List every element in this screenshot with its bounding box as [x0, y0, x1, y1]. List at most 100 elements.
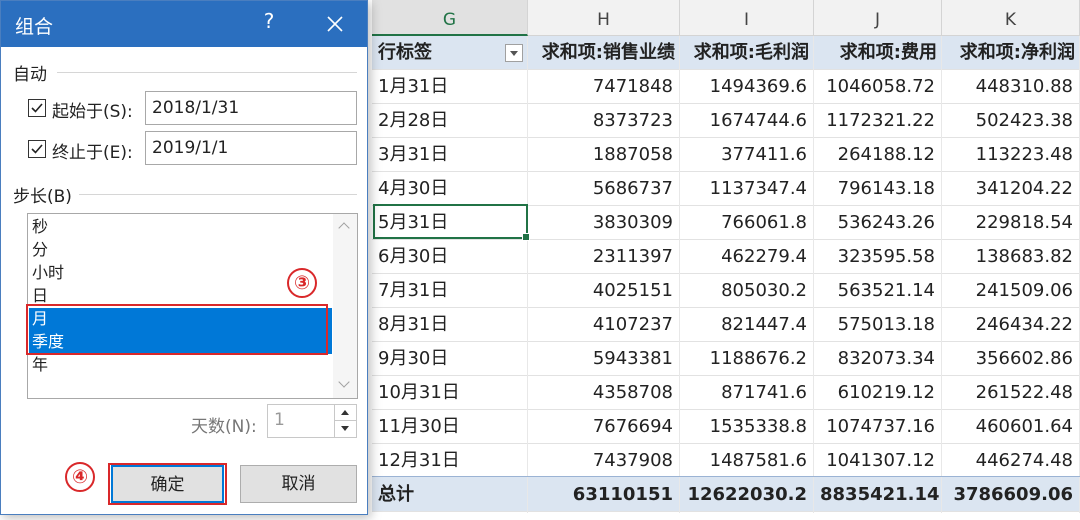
cost-value[interactable]: 1041307.12	[814, 444, 942, 478]
step-listbox[interactable]: 秒分小时日月季度年	[27, 213, 358, 399]
step-list-item[interactable]: 秒	[29, 216, 332, 239]
sales-value[interactable]: 3830309	[528, 206, 680, 240]
gross-profit-value[interactable]: 821447.4	[680, 308, 814, 342]
row-label[interactable]: 12月31日	[372, 444, 528, 478]
row-label[interactable]: 9月30日	[372, 342, 528, 376]
column-header-k[interactable]: K	[942, 0, 1080, 36]
gross-profit-value[interactable]: 462279.4	[680, 240, 814, 274]
gross-profit-value[interactable]: 377411.6	[680, 138, 814, 172]
start-checkbox[interactable]	[28, 99, 46, 117]
row-label[interactable]: 3月31日	[372, 138, 528, 172]
start-date-input[interactable]: 2018/1/31	[145, 91, 357, 125]
end-date-input[interactable]: 2019/1/1	[145, 131, 357, 165]
column-header-i[interactable]: I	[680, 0, 814, 36]
end-label: 终止于(E):	[52, 143, 133, 163]
net-profit-value[interactable]: 446274.48	[942, 444, 1080, 478]
gross-profit-value[interactable]: 1487581.6	[680, 444, 814, 478]
scroll-up-icon[interactable]	[333, 216, 357, 238]
gross-profit-value[interactable]: 1188676.2	[680, 342, 814, 376]
net-profit-value[interactable]: 229818.54	[942, 206, 1080, 240]
header-sales[interactable]: 求和项:销售业绩	[528, 36, 680, 70]
dialog-title-bar[interactable]: 组合 ?	[1, 1, 367, 47]
row-label[interactable]: 2月28日	[372, 104, 528, 138]
sales-value[interactable]: 8373723	[528, 104, 680, 138]
total-net-profit[interactable]: 3786609.06	[942, 477, 1080, 513]
cost-value[interactable]: 610219.12	[814, 376, 942, 410]
sales-value[interactable]: 2311397	[528, 240, 680, 274]
net-profit-value[interactable]: 241509.06	[942, 274, 1080, 308]
header-gross-profit[interactable]: 求和项:毛利润	[680, 36, 814, 70]
step-list-item[interactable]: 季度	[29, 331, 332, 354]
cost-value[interactable]: 796143.18	[814, 172, 942, 206]
gross-profit-value[interactable]: 766061.8	[680, 206, 814, 240]
net-profit-value[interactable]: 460601.64	[942, 410, 1080, 444]
total-sales[interactable]: 63110151	[528, 477, 680, 513]
net-profit-value[interactable]: 261522.48	[942, 376, 1080, 410]
row-label[interactable]: 1月31日	[372, 70, 528, 104]
sales-value[interactable]: 7676694	[528, 410, 680, 444]
sales-value[interactable]: 5686737	[528, 172, 680, 206]
net-profit-value[interactable]: 341204.22	[942, 172, 1080, 206]
gross-profit-value[interactable]: 805030.2	[680, 274, 814, 308]
gross-profit-value[interactable]: 871741.6	[680, 376, 814, 410]
row-label[interactable]: 8月31日	[372, 308, 528, 342]
sales-value[interactable]: 4107237	[528, 308, 680, 342]
header-net-profit[interactable]: 求和项:净利润	[942, 36, 1080, 70]
row-label[interactable]: 7月31日	[372, 274, 528, 308]
table-row: 2月28日 8373723 1674744.6 1172321.22 502423.38	[372, 104, 1080, 138]
cost-value[interactable]: 1074737.16	[814, 410, 942, 444]
net-profit-value[interactable]: 448310.88	[942, 70, 1080, 104]
step-list-item[interactable]: 分	[29, 239, 332, 262]
step-list-item[interactable]: 日	[29, 285, 332, 308]
cost-value[interactable]: 1172321.22	[814, 104, 942, 138]
sales-value[interactable]: 1887058	[528, 138, 680, 172]
filter-dropdown-icon[interactable]	[505, 44, 523, 62]
net-profit-value[interactable]: 502423.38	[942, 104, 1080, 138]
net-profit-value[interactable]: 356602.86	[942, 342, 1080, 376]
step-list-item[interactable]: 年	[29, 354, 332, 377]
gross-profit-value[interactable]: 1494369.6	[680, 70, 814, 104]
cost-value[interactable]: 563521.14	[814, 274, 942, 308]
column-header-j[interactable]: J	[814, 0, 942, 36]
spin-up-icon[interactable]	[335, 405, 356, 421]
sales-value[interactable]: 4358708	[528, 376, 680, 410]
net-profit-value[interactable]: 246434.22	[942, 308, 1080, 342]
net-profit-value[interactable]: 113223.48	[942, 138, 1080, 172]
total-label[interactable]: 总计	[372, 477, 528, 513]
sales-value[interactable]: 7437908	[528, 444, 680, 478]
cost-value[interactable]: 832073.34	[814, 342, 942, 376]
sales-value[interactable]: 4025151	[528, 274, 680, 308]
cost-value[interactable]: 575013.18	[814, 308, 942, 342]
help-button[interactable]: ?	[259, 9, 279, 33]
sales-value[interactable]: 5943381	[528, 342, 680, 376]
days-spinner[interactable]: 1	[267, 404, 357, 438]
cost-value[interactable]: 536243.26	[814, 206, 942, 240]
row-label[interactable]: 4月30日	[372, 172, 528, 206]
total-cost[interactable]: 8835421.14	[814, 477, 942, 513]
spin-down-icon[interactable]	[335, 421, 356, 437]
column-header-g[interactable]: G	[372, 0, 528, 36]
cost-value[interactable]: 264188.12	[814, 138, 942, 172]
cost-value[interactable]: 1046058.72	[814, 70, 942, 104]
column-header-h[interactable]: H	[528, 0, 680, 36]
listbox-scrollbar[interactable]	[333, 214, 357, 398]
header-cost[interactable]: 求和项:费用	[814, 36, 942, 70]
cost-value[interactable]: 323595.58	[814, 240, 942, 274]
ok-button[interactable]: 确定	[111, 465, 224, 503]
close-icon[interactable]	[317, 7, 353, 41]
net-profit-value[interactable]: 138683.82	[942, 240, 1080, 274]
row-label[interactable]: 10月31日	[372, 376, 528, 410]
gross-profit-value[interactable]: 1137347.4	[680, 172, 814, 206]
scroll-down-icon[interactable]	[333, 374, 357, 396]
row-label[interactable]: 6月30日	[372, 240, 528, 274]
row-label[interactable]: 11月30日	[372, 410, 528, 444]
total-gross-profit[interactable]: 12622030.2	[680, 477, 814, 513]
gross-profit-value[interactable]: 1535338.8	[680, 410, 814, 444]
gross-profit-value[interactable]: 1674744.6	[680, 104, 814, 138]
row-label[interactable]: 5月31日	[372, 206, 528, 240]
sales-value[interactable]: 7471848	[528, 70, 680, 104]
pivot-row-label-header[interactable]: 行标签	[372, 36, 528, 70]
end-checkbox[interactable]	[28, 140, 46, 158]
step-list-item[interactable]: 月	[29, 308, 332, 331]
cancel-button[interactable]: 取消	[240, 465, 357, 503]
